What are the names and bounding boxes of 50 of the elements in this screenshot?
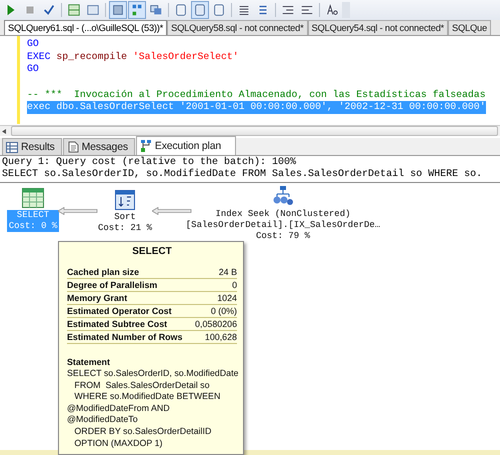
statement-line: OPTION (MAXDOP 1) — [73, 438, 164, 450]
outdent-icon — [281, 3, 295, 17]
results-tab[interactable]: Results — [2, 138, 62, 155]
plan-icon — [140, 139, 152, 153]
statement-line: WHERE so.ModifiedDate BETWEEN — [73, 391, 222, 403]
document-tab[interactable]: SQLQue — [448, 20, 491, 35]
property-value: 24 B — [218, 267, 237, 278]
property-value: 0 (0%) — [210, 306, 237, 317]
property-label: Degree of Parallelism — [67, 280, 158, 291]
indent-icon — [300, 3, 314, 17]
property-label: Memory Grant — [67, 293, 128, 304]
statement-line: @ModifiedDateFrom AND — [67, 402, 171, 414]
window-icon — [86, 3, 100, 17]
check-icon — [42, 3, 56, 17]
code-editor[interactable]: GO EXEC sp_recompile 'SalesOrderSelect' GO -- *** Invocación al Procedimiento Almacenado, con las Estadísticas falseadas exec dbo.SalesOrderSelect '2001-01-01 00:00:00.000', '2002-12-31 00:00:00.000' — [20, 36, 486, 124]
statement-line: ORDER BY so.SalesOrderDetailID — [73, 426, 212, 438]
property-value: 100,628 — [204, 332, 237, 343]
grid-icon — [67, 3, 81, 17]
table-icon — [22, 188, 44, 208]
property-value: 1024 — [217, 293, 237, 304]
windows-icon — [149, 3, 163, 17]
query-text: SELECT so.SalesOrderID, so.ModifiedDate FROM Sales.SalesOrderDetail so WHERE so. — [1, 169, 484, 181]
sort-icon — [115, 190, 135, 210]
statement-heading: Statement — [67, 356, 111, 368]
property-label: Estimated Number of Rows — [67, 332, 182, 343]
statement-line: SELECT so.SalesOrderID, so.ModifiedDate — [67, 368, 237, 380]
document-tab[interactable]: SQLQuery58.sql - not connected* — [167, 20, 308, 35]
property-label: Cached plan size — [67, 267, 140, 278]
scroll-left-icon[interactable] — [0, 126, 9, 136]
flow-arrow — [58, 207, 98, 215]
property-label: Estimated Subtree Cost — [67, 319, 168, 330]
plan-node-label[interactable]: Index Seek (NonClustered) [SalesOrderDetail].[IX_SalesOrderDe… Cost: 79 % — [184, 209, 382, 242]
document-tab[interactable]: SQLQuery61.sql - (...o\GuilleSQL (53))* — [4, 20, 168, 35]
grid-icon — [6, 142, 18, 152]
plan-icon — [130, 3, 144, 17]
flow-arrow — [152, 207, 192, 215]
tooltip-title: SELECT — [131, 246, 173, 257]
results-tab[interactable]: Execution plan — [136, 136, 236, 155]
index-seek-icon — [272, 185, 294, 207]
statement-line: FROM Sales.SalesOrderDetail so — [73, 380, 211, 392]
results-tab[interactable]: Messages — [62, 138, 135, 155]
plan-node-label[interactable]: Sort Cost: 21 % — [96, 212, 154, 234]
query-cost-header: Query 1: Query cost (relative to the batch): 100% — [1, 157, 298, 168]
align-icon — [237, 3, 251, 17]
property-value: 0,0580206 — [195, 319, 237, 330]
statement-line: @ModifiedDateTo — [67, 414, 139, 426]
property-label: Estimated Operator Cost — [67, 306, 172, 317]
font-icon — [325, 3, 339, 17]
document-tab[interactable]: SQLQuery54.sql - not connected* — [308, 20, 448, 35]
property-value: 0 — [232, 280, 237, 291]
